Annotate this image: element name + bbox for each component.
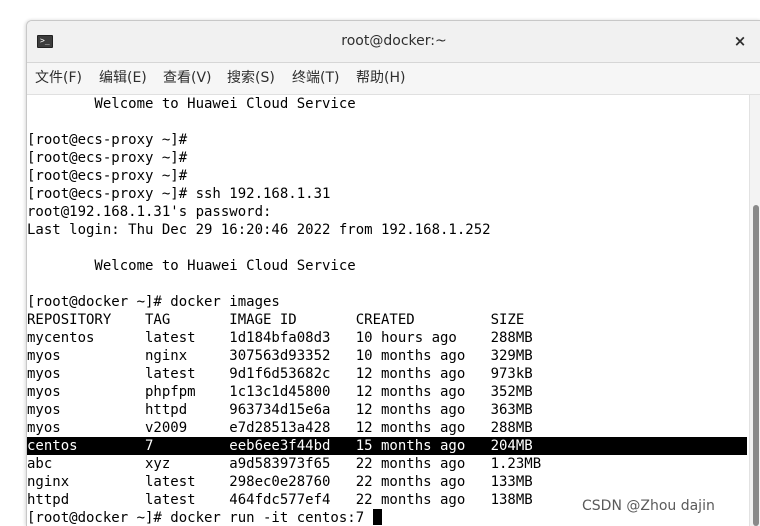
terminal-line: myos latest 9d1f6d53682c 12 months ago 9… [27,366,533,382]
menu-file[interactable]: 文件(F) [35,63,82,94]
menu-edit[interactable]: 编辑(E) [99,63,147,94]
terminal-line: Welcome to Huawei Cloud Service [27,258,356,274]
menu-view[interactable]: 查看(V) [163,63,212,94]
vertical-scrollbar[interactable] [749,95,760,526]
terminal-line: [root@docker ~]# docker images [27,294,280,310]
terminal-line: myos httpd 963734d15e6a 12 months ago 36… [27,402,533,418]
terminal-line: httpd latest 464fdc577ef4 22 months ago … [27,492,533,508]
menu-help[interactable]: 帮助(H) [356,63,405,94]
close-button[interactable]: × [731,32,749,50]
terminal-output[interactable]: Welcome to Huawei Cloud Service [root@ec… [27,95,749,526]
text-cursor [372,509,382,525]
terminal-line: [root@ecs-proxy ~]# [27,150,188,166]
menu-terminal[interactable]: 终端(T) [292,63,339,94]
terminal-line: [root@ecs-proxy ~]# [27,132,188,148]
menu-search[interactable]: 搜索(S) [227,63,275,94]
terminal-prompt-line: [root@docker ~]# docker run -it centos:7 [27,509,382,526]
terminal-line: myos phpfpm 1c13c1d45800 12 months ago 3… [27,384,533,400]
terminal-line: mycentos latest 1d184bfa08d3 10 hours ag… [27,330,533,346]
window-title: root@docker:~ [341,33,447,49]
terminal-window: >_ root@docker:~ × 文件(F) 编辑(E) 查看(V) 搜索(… [26,20,760,526]
terminal-line: nginx latest 298ec0e28760 22 months ago … [27,474,533,490]
title-bar[interactable]: >_ root@docker:~ × [27,21,760,63]
terminal-line-highlighted: centos 7 eeb6ee3f44bd 15 months ago 204M… [27,437,747,455]
terminal-line: abc xyz a9d583973f65 22 months ago 1.23M… [27,456,542,472]
terminal-command: [root@docker ~]# docker run -it centos:7 [27,510,373,526]
terminal-line: Welcome to Huawei Cloud Service [27,96,356,112]
terminal-line: Last login: Thu Dec 29 16:20:46 2022 fro… [27,222,491,238]
terminal-line: [root@ecs-proxy ~]# [27,168,188,184]
scrollbar-thumb[interactable] [753,205,759,526]
terminal-line: myos nginx 307563d93352 10 months ago 32… [27,348,533,364]
watermark: CSDN @Zhou dajin [582,498,715,514]
terminal-line: myos v2009 e7d28513a428 12 months ago 28… [27,420,533,436]
terminal-line: root@192.168.1.31's password: [27,204,272,220]
terminal-line: [root@ecs-proxy ~]# ssh 192.168.1.31 [27,186,331,202]
menu-bar: 文件(F) 编辑(E) 查看(V) 搜索(S) 终端(T) 帮助(H) [27,63,760,95]
terminal-line: REPOSITORY TAG IMAGE ID CREATED SIZE [27,312,525,328]
